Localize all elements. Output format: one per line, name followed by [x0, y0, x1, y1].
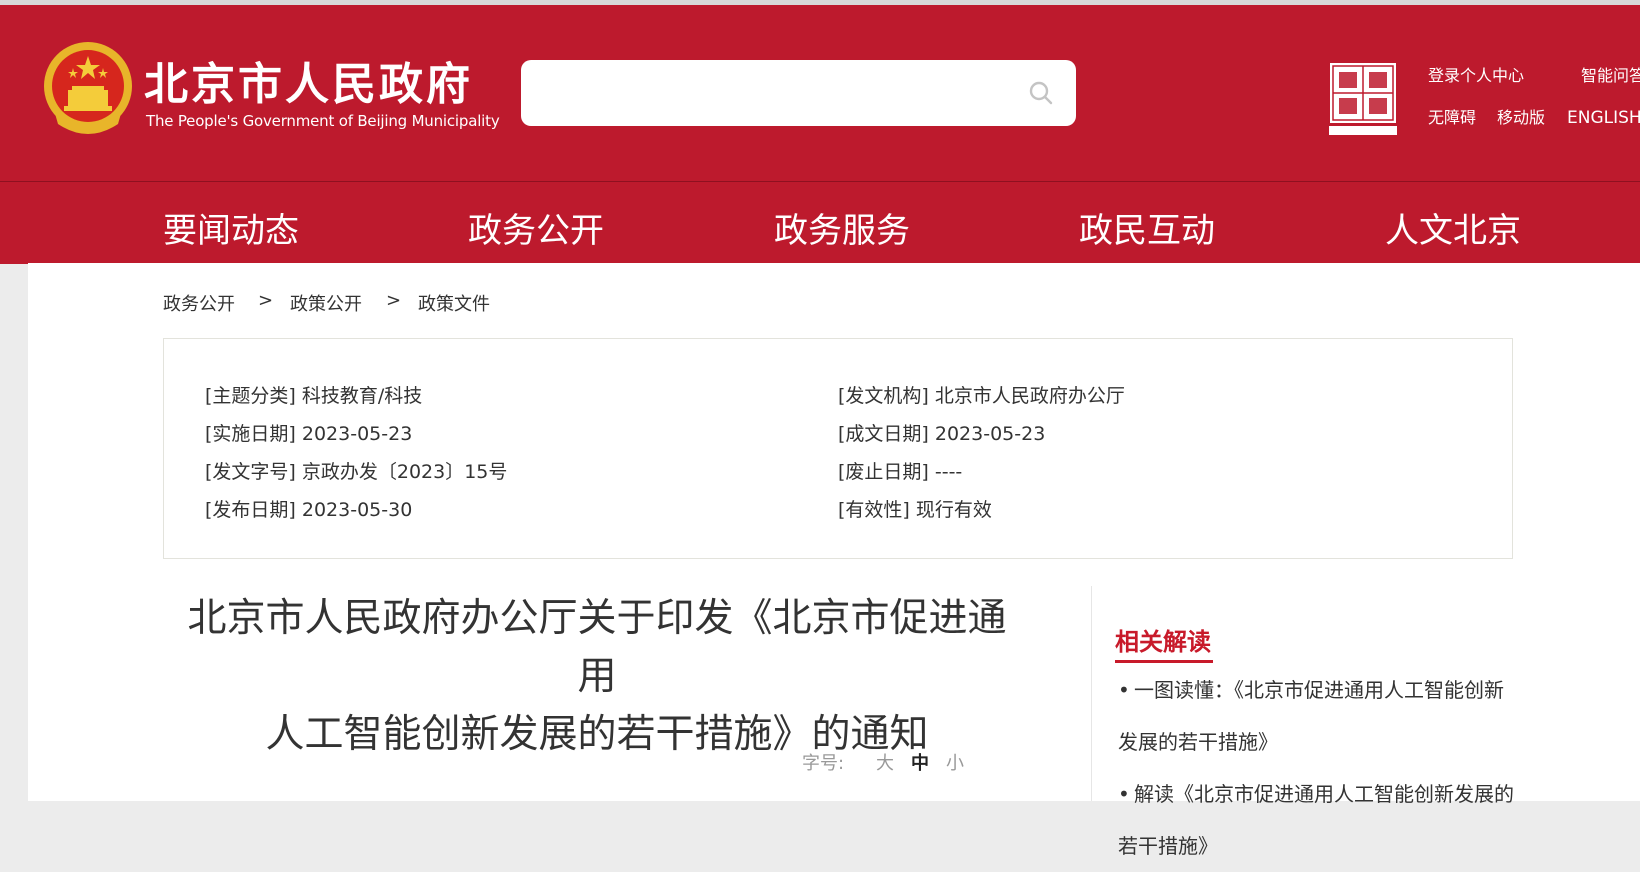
- meta-effective-date: [实施日期] 2023-05-23: [205, 423, 413, 445]
- document-metadata-box: [163, 338, 1513, 559]
- nav-news[interactable]: 要闻动态: [163, 203, 299, 252]
- meta-repeal-date: [废止日期] ----: [838, 461, 963, 483]
- breadcrumb-separator: >: [258, 290, 274, 311]
- site-name-cn[interactable]: 北京市人民政府: [144, 48, 473, 112]
- related-item[interactable]: • 解读《北京市促进通用人工智能创新发展的若干措施》: [1118, 768, 1518, 872]
- breadcrumb-item[interactable]: 政务公开: [163, 290, 235, 316]
- sidebar-divider: [1091, 586, 1092, 801]
- related-readings-title: 相关解读: [1115, 628, 1211, 656]
- breadcrumb-item[interactable]: 政策文件: [418, 290, 490, 316]
- article-title: 北京市人民政府办公厅关于印发《北京市促进通用 人工智能创新发展的若干措施》的通知: [172, 590, 1022, 764]
- national-emblem-icon: [44, 42, 132, 134]
- related-title-underline: [1115, 660, 1213, 663]
- breadcrumb-item[interactable]: 政策公开: [290, 290, 362, 316]
- search-bar[interactable]: [521, 60, 1076, 126]
- bullet-icon: •: [1118, 782, 1130, 806]
- meta-issuer: [发文机构] 北京市人民政府办公厅: [838, 385, 1125, 407]
- english-link[interactable]: ENGLISH: [1567, 108, 1640, 128]
- nav-culture-beijing[interactable]: 人文北京: [1385, 203, 1521, 252]
- related-item-link[interactable]: 一图读懂：《北京市促进通用人工智能创新发展的若干措施》: [1118, 678, 1504, 754]
- search-icon[interactable]: [1028, 80, 1054, 106]
- article-title-line: 北京市人民政府办公厅关于印发《北京市促进通用: [187, 596, 1007, 699]
- smart-qa-link[interactable]: 智能问答: [1581, 62, 1640, 86]
- font-size-large-button[interactable]: 大: [876, 749, 894, 775]
- meta-document-number: [发文字号] 京政办发〔2023〕15号: [205, 461, 508, 483]
- search-input[interactable]: [537, 74, 1011, 114]
- meta-publish-date: [发布日期] 2023-05-30: [205, 499, 413, 521]
- capital-window-seal-icon[interactable]: [1327, 60, 1399, 136]
- meta-written-date: [成文日期] 2023-05-23: [838, 423, 1046, 445]
- meta-topic: [主题分类] 科技教育/科技: [205, 385, 423, 407]
- article-title-line: 人工智能创新发展的若干措施》的通知: [265, 712, 929, 757]
- font-size-small-button[interactable]: 小: [946, 749, 964, 775]
- nav-government-affairs[interactable]: 政务公开: [468, 203, 604, 252]
- mobile-version-link[interactable]: 移动版: [1497, 104, 1545, 128]
- related-item-link[interactable]: 解读《北京市促进通用人工智能创新发展的若干措施》: [1118, 782, 1514, 858]
- related-item[interactable]: • 一图读懂：《北京市促进通用人工智能创新发展的若干措施》: [1118, 664, 1518, 768]
- font-size-medium-button[interactable]: 中: [911, 749, 929, 775]
- meta-validity: [有效性] 现行有效: [838, 499, 992, 521]
- font-size-label: 字号:: [802, 753, 845, 774]
- login-link[interactable]: 登录个人中心: [1428, 62, 1524, 86]
- bullet-icon: •: [1118, 678, 1130, 702]
- nav-government-services[interactable]: 政务服务: [774, 203, 910, 252]
- accessibility-link[interactable]: 无障碍: [1428, 104, 1476, 128]
- site-name-en[interactable]: The People's Government of Beijing Munic…: [146, 112, 500, 130]
- breadcrumb-separator: >: [386, 290, 402, 311]
- nav-interaction[interactable]: 政民互动: [1079, 203, 1215, 252]
